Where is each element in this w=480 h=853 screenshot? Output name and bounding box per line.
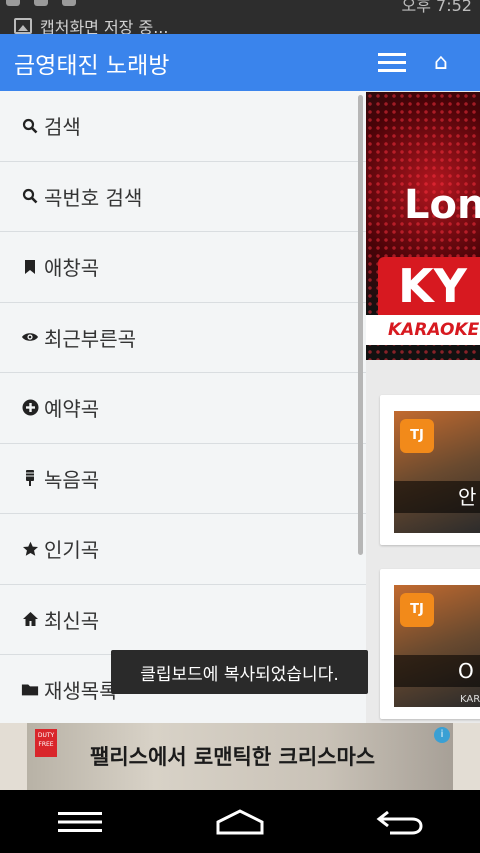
plus-circle-icon [21, 399, 39, 416]
toast-text: 클립보드에 복사되었습니다. [140, 664, 339, 685]
menu-item-recordings[interactable]: 녹음곡 [0, 444, 366, 514]
back-arrow-icon [376, 810, 423, 834]
ky-logo: KY [378, 257, 480, 315]
tj-logo: TJ [400, 593, 434, 627]
system-navigation-bar [0, 790, 480, 853]
home-icon [21, 611, 39, 627]
thumbnail-label: O [394, 655, 480, 687]
menu-item-popular[interactable]: 인기곡 [0, 514, 366, 585]
video-thumbnail: TJ 안 [394, 411, 480, 533]
menu-lines-icon [58, 811, 102, 832]
video-card[interactable]: TJ O KARD [380, 569, 480, 719]
microphone-icon [21, 469, 39, 487]
menu-icon[interactable] [378, 53, 406, 72]
home-outline-icon [216, 808, 264, 834]
search-icon [21, 188, 39, 204]
app-notification-icon [6, 0, 20, 6]
video-card[interactable]: TJ 안 [380, 395, 480, 545]
menu-button[interactable] [50, 802, 110, 842]
menu-item-label: 재생목록 [44, 679, 118, 704]
clock: 오후 7:52 [401, 0, 472, 15]
status-bar: 오후 7:52 캡처화면 저장 중... [0, 0, 480, 34]
ad-banner[interactable]: DUTY FREE 팰리스에서 로맨틱한 크리스마스 i [0, 723, 480, 790]
ad-info-icon[interactable]: i [434, 727, 450, 743]
home-button[interactable] [210, 802, 270, 842]
ad-creative: DUTY FREE 팰리스에서 로맨틱한 크리스마스 i [27, 723, 453, 790]
menu-item-label: 예약곡 [44, 397, 100, 422]
notification-ticker: 캡처화면 저장 중... [14, 14, 168, 34]
eye-icon [21, 331, 39, 343]
app-notification-icon [34, 0, 48, 6]
menu-item-recent[interactable]: 최근부른곡 [0, 303, 366, 373]
back-button[interactable] [370, 802, 430, 842]
home-icon[interactable]: ⌂ [434, 50, 448, 75]
menu-item-search[interactable]: 검색 [0, 91, 366, 162]
search-icon [21, 118, 39, 134]
image-icon [14, 18, 32, 34]
main-content: ⌂ Lon KY KARAOKE TJ 안 TJ O KARD [366, 34, 480, 723]
duty-free-logo: DUTY FREE [35, 729, 57, 757]
toast-message: 클립보드에 복사되었습니다. [111, 650, 368, 694]
menu-item-label: 녹음곡 [44, 467, 100, 492]
menu-item-song-number-search[interactable]: 곡번호 검색 [0, 162, 366, 232]
notification-text: 캡처화면 저장 중... [40, 18, 169, 34]
video-thumbnail: TJ O KARD [394, 585, 480, 707]
menu-item-reserved[interactable]: 예약곡 [0, 373, 366, 444]
thumbnail-label: 안 [394, 481, 480, 513]
menu-item-favorites[interactable]: 애창곡 [0, 232, 366, 303]
menu-item-label: 최신곡 [44, 608, 100, 633]
menu-item-latest[interactable]: 최신곡 [0, 585, 366, 655]
ad-text: 팰리스에서 로맨틱한 크리스마스 [90, 745, 376, 769]
banner-title: Lon [404, 182, 480, 228]
menu-item-label: 최근부른곡 [44, 326, 136, 351]
menu-item-label: 검색 [44, 115, 81, 140]
menu-item-label: 인기곡 [44, 538, 100, 563]
drawer-scrollbar[interactable] [358, 95, 363, 555]
tj-logo: TJ [400, 419, 434, 453]
thumbnail-sublabel: KARD [460, 694, 480, 705]
menu-item-label: 곡번호 검색 [44, 185, 143, 210]
status-icons [6, 0, 76, 6]
folder-icon [21, 682, 39, 697]
menu-item-label: 애창곡 [44, 256, 100, 281]
app-notification-icon [62, 0, 76, 6]
drawer-header: 금영태진 노래방 [0, 34, 366, 91]
navigation-drawer: 금영태진 노래방 검색 곡번호 검색 애창곡 최근부른곡 예약곡 녹음곡 인기곡… [0, 34, 366, 723]
promo-banner[interactable]: Lon KY KARAOKE [366, 92, 480, 360]
bookmark-icon [21, 259, 39, 275]
karaoke-strip: KARAOKE [366, 315, 480, 345]
star-icon [21, 541, 39, 557]
app-toolbar: ⌂ [366, 34, 480, 91]
app-title: 금영태진 노래방 [14, 52, 170, 79]
